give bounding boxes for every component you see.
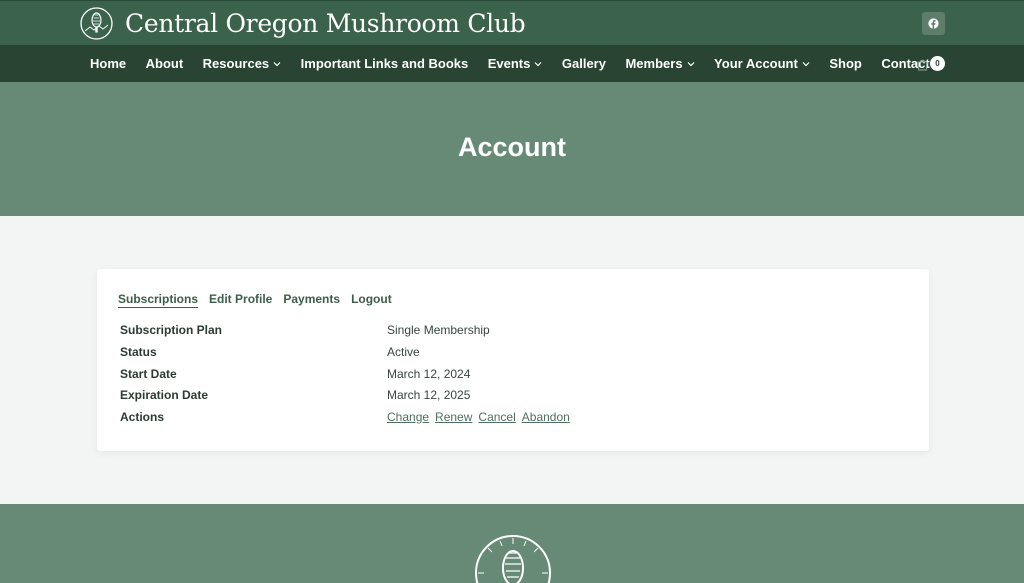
shopping-bag-icon xyxy=(917,59,928,71)
expiration-date-value: March 12, 2025 xyxy=(387,388,471,402)
chevron-down-icon xyxy=(802,61,810,66)
main-navigation: Home About Resources Important Links and Bo… xyxy=(0,45,1024,82)
nav-item-label: About xyxy=(145,56,184,71)
nav-menu: Home About Resources Important Links and Bo… xyxy=(90,45,949,82)
start-date-label: Start Date xyxy=(120,367,177,381)
mushroom-logo-icon xyxy=(475,535,551,583)
site-footer xyxy=(0,504,1024,583)
subscription-plan-row: Subscription Plan Single Membership xyxy=(120,321,900,339)
tab-logout[interactable]: Logout xyxy=(351,292,392,308)
abandon-link[interactable]: Abandon xyxy=(522,410,570,424)
account-tabs: Subscriptions Edit Profile Payments Logo… xyxy=(118,292,403,308)
site-header: Central Oregon Mushroom Club xyxy=(0,0,1024,45)
tab-edit-profile[interactable]: Edit Profile xyxy=(209,292,272,308)
nav-item-label: Home xyxy=(90,56,127,71)
nav-item-label: Gallery xyxy=(561,56,606,71)
page-title: Account xyxy=(458,132,566,162)
change-link[interactable]: Change xyxy=(387,410,429,424)
status-value: Active xyxy=(387,345,420,359)
actions-label: Actions xyxy=(120,410,165,424)
renew-link[interactable]: Renew xyxy=(435,410,472,424)
status-row: Status Active xyxy=(120,343,900,361)
nav-item-members[interactable]: Members xyxy=(625,56,694,71)
start-date-value: March 12, 2024 xyxy=(387,367,471,381)
cart-button[interactable]: 0 xyxy=(916,55,948,73)
nav-item-events[interactable]: Events xyxy=(488,56,543,71)
subscription-plan-value: Single Membership xyxy=(387,323,490,337)
cart-count-badge: 0 xyxy=(930,56,945,71)
page-hero: Account xyxy=(0,82,1024,216)
nav-item-label: Your Account xyxy=(714,56,798,71)
subscription-plan-label: Subscription Plan xyxy=(120,323,223,337)
start-date-row: Start Date March 12, 2024 xyxy=(120,365,900,383)
facebook-button[interactable] xyxy=(922,12,945,35)
nav-item-shop[interactable]: Shop xyxy=(829,56,862,71)
tab-subscriptions[interactable]: Subscriptions xyxy=(118,292,199,308)
nav-item-label: Important Links and Books xyxy=(300,56,469,71)
nav-item-your-account[interactable]: Your Account xyxy=(714,56,810,71)
nav-item-label: Members xyxy=(625,56,683,71)
tab-payments[interactable]: Payments xyxy=(283,292,340,308)
cancel-link[interactable]: Cancel xyxy=(478,410,515,424)
nav-item-label: Events xyxy=(487,56,531,71)
nav-item-about[interactable]: About xyxy=(146,56,184,71)
chevron-down-icon xyxy=(687,61,694,66)
nav-item-label: Resources xyxy=(202,56,270,71)
nav-item-important-links-and-books[interactable]: Important Links and Books xyxy=(301,56,469,71)
nav-item-label: Shop xyxy=(829,56,862,71)
actions-links: Change Renew Cancel Abandon xyxy=(387,408,576,426)
facebook-icon xyxy=(928,18,939,29)
expiration-date-label: Expiration Date xyxy=(120,388,209,402)
account-card: Subscriptions Edit Profile Payments Logo… xyxy=(97,269,929,451)
nav-item-gallery[interactable]: Gallery xyxy=(562,56,606,71)
mushroom-logo-icon[interactable] xyxy=(80,7,113,40)
nav-item-resources[interactable]: Resources xyxy=(203,56,281,71)
chevron-down-icon xyxy=(534,61,542,66)
chevron-down-icon xyxy=(273,61,281,66)
status-label: Status xyxy=(120,345,157,359)
nav-item-home[interactable]: Home xyxy=(90,56,126,71)
site-title[interactable]: Central Oregon Mushroom Club xyxy=(125,7,526,40)
actions-row: Actions Change Renew Cancel Abandon xyxy=(120,408,900,426)
expiration-date-row: Expiration Date March 12, 2025 xyxy=(120,386,900,404)
